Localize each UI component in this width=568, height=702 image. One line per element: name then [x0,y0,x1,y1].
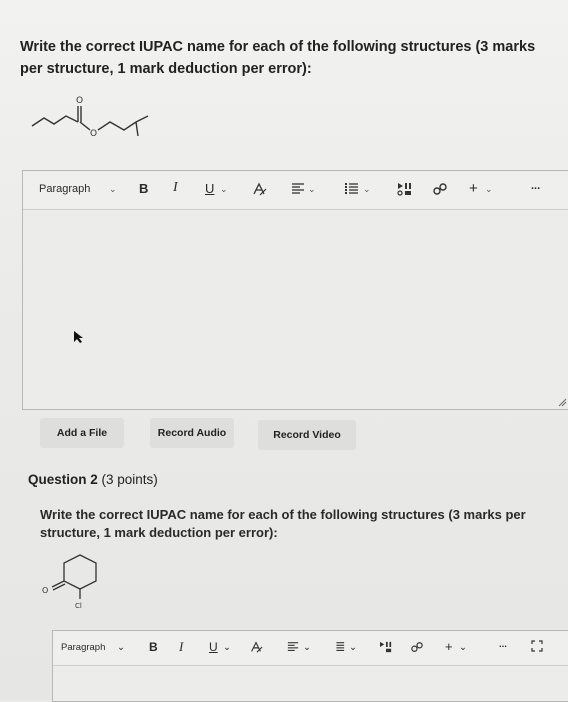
structure-2-atom-o: O [42,586,48,595]
underline-chevron-down-icon[interactable]: ⌄ [220,184,228,195]
paragraph-chevron-down-icon-2[interactable]: ⌄ [117,642,125,653]
align-icon[interactable] [291,182,305,199]
italic-button[interactable]: I [173,180,178,196]
list-chevron-down-icon-2[interactable]: ⌄ [349,642,357,653]
editor-1-toolbar: Paragraph ⌄ B I U ⌄ ⌄ ⌄ + ⌄ ... [23,171,568,210]
question-2-label: Question 2 [28,472,98,487]
editor-2-toolbar: Paragraph ⌄ B I U ⌄ ⌄ ⌄ + ⌄ ... [53,631,568,666]
paragraph-format-select[interactable]: Paragraph [39,183,90,195]
underline-chevron-down-icon-2[interactable]: ⌄ [223,642,231,653]
paragraph-format-select-2[interactable]: Paragraph [61,642,105,653]
bold-button[interactable]: B [139,181,148,196]
link-icon[interactable] [433,182,447,199]
insert-plus-icon[interactable]: + [469,180,478,197]
structure-1-drawing: O O [31,96,149,139]
align-chevron-down-icon-2[interactable]: ⌄ [303,642,311,653]
more-options-icon-2[interactable]: ... [499,639,507,650]
add-file-button[interactable]: Add a File [40,418,124,448]
list-icon[interactable] [345,182,359,199]
paragraph-format-label: Paragraph [39,183,91,195]
question-2-points: (3 points) [101,472,158,487]
paragraph-chevron-down-icon[interactable]: ⌄ [109,184,117,195]
structure-1-atom-o-top: O [76,96,83,106]
link-icon-2[interactable] [411,641,423,656]
bold-button-2[interactable]: B [149,640,158,654]
underline-button-2[interactable]: U [209,640,218,654]
answer-editor-1: Paragraph ⌄ B I U ⌄ ⌄ ⌄ + ⌄ ... [22,170,568,410]
resize-handle-icon[interactable] [557,397,567,407]
record-audio-button[interactable]: Record Audio [150,418,234,448]
question-2-prompt: Write the correct IUPAC name for each of… [40,507,526,540]
insert-plus-icon-2[interactable]: + [445,639,453,654]
font-color-icon[interactable] [251,181,267,200]
structure-2-drawing: O Cl [42,554,97,610]
fullscreen-icon[interactable] [531,640,543,655]
structure-1-atom-o-ester: O [90,129,97,139]
align-chevron-down-icon[interactable]: ⌄ [308,184,316,195]
question-1-prompt: Write the correct IUPAC name for each of… [20,39,536,77]
question-2-title: Question 2 (3 points) [28,472,158,487]
insert-chevron-down-icon-2[interactable]: ⌄ [459,642,467,653]
answer-1-text-area[interactable] [23,210,568,409]
more-options-icon[interactable]: ... [531,180,540,192]
assignment-page: Write the correct IUPAC name for each of… [0,0,568,702]
underline-button[interactable]: U [205,181,214,196]
list-chevron-down-icon[interactable]: ⌄ [363,184,371,195]
insert-media-icon[interactable] [397,182,413,199]
list-icon-2[interactable] [333,641,345,656]
structure-2-atom-cl: Cl [75,602,82,610]
insert-media-icon-2[interactable] [379,641,393,656]
record-video-button[interactable]: Record Video [258,420,356,450]
align-icon-2[interactable] [287,641,299,656]
mouse-cursor-icon [74,331,83,343]
font-color-icon-2[interactable] [249,640,263,657]
italic-button-2[interactable]: I [179,639,183,655]
insert-chevron-down-icon[interactable]: ⌄ [485,184,493,195]
answer-editor-2: Paragraph ⌄ B I U ⌄ ⌄ ⌄ + ⌄ ... [52,630,568,702]
